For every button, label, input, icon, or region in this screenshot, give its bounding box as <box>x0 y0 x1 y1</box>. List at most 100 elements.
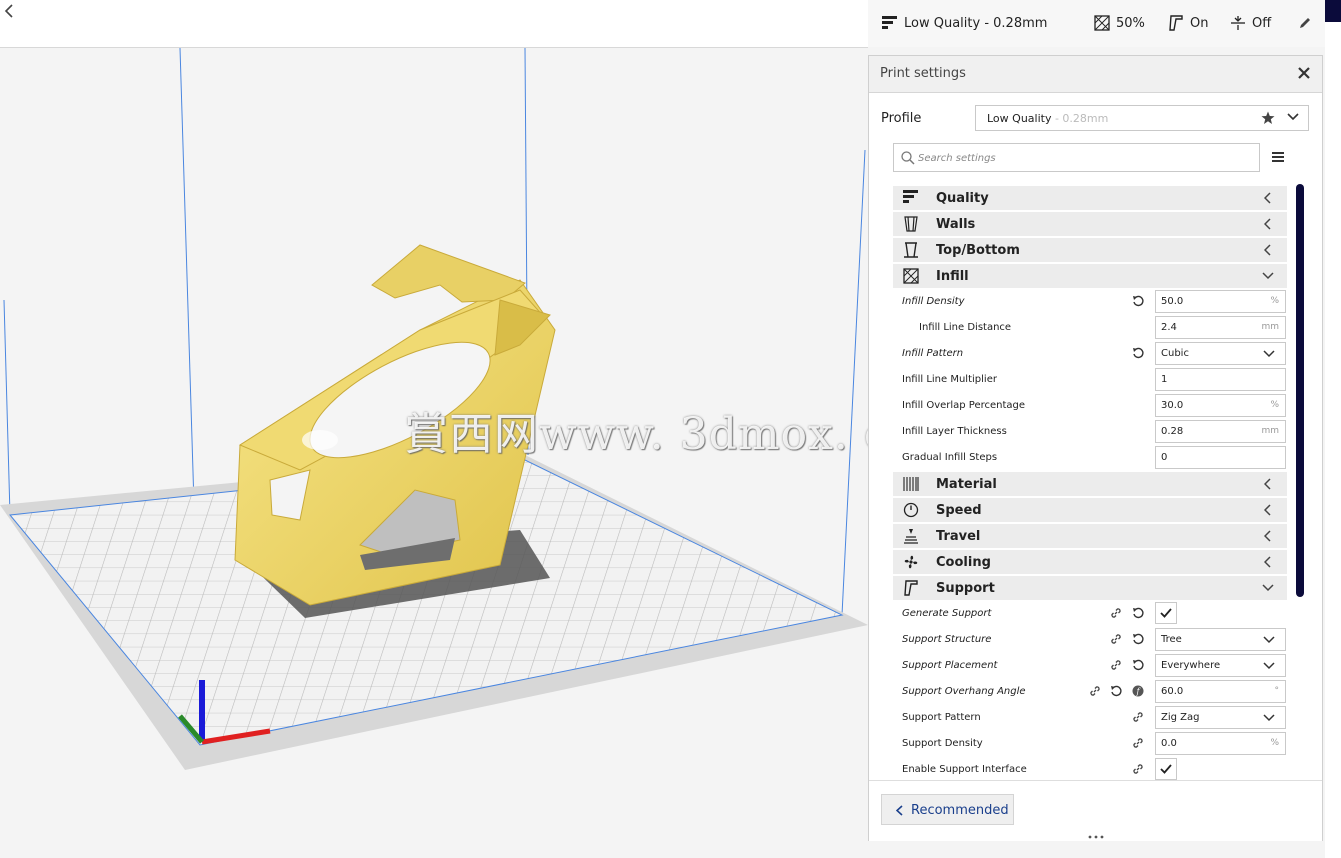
setting-label: Support Density <box>902 738 983 749</box>
setting-support-density: Support Density 0.0% <box>893 731 1287 757</box>
setting-label: Infill Line Distance <box>919 322 1012 333</box>
print-setup-bar[interactable]: Low Quality - 0.28mm 50% On Off <box>868 0 1325 47</box>
resize-grip-icon[interactable] <box>1087 834 1105 840</box>
link-icon[interactable] <box>1132 763 1144 775</box>
chevron-down-icon <box>1263 350 1275 358</box>
field-value: 0 <box>1161 452 1168 463</box>
category-infill[interactable]: Infill <box>893 264 1287 288</box>
category-quality[interactable]: Quality <box>893 186 1287 210</box>
quality-bars-icon <box>882 16 897 29</box>
category-travel[interactable]: Travel <box>893 524 1287 548</box>
support-summary[interactable]: On <box>1168 14 1208 32</box>
infill-line-distance-input[interactable]: 2.4 mm <box>1155 316 1286 339</box>
link-icon[interactable] <box>1089 685 1101 697</box>
search-input[interactable] <box>916 149 1250 167</box>
category-top-bottom[interactable]: Top/Bottom <box>893 238 1287 262</box>
support-pattern-select[interactable]: Zig Zag <box>1155 706 1286 729</box>
support-icon <box>1169 15 1183 31</box>
setting-gradual-infill-steps: Gradual Infill Steps 0 <box>893 445 1287 471</box>
edit-settings-button[interactable] <box>1298 14 1312 32</box>
chevron-left-icon <box>1264 504 1271 516</box>
generate-support-checkbox[interactable] <box>1155 602 1177 624</box>
infill-layer-thickness-input[interactable]: 0.28 mm <box>1155 420 1286 443</box>
setting-label: Gradual Infill Steps <box>902 452 998 463</box>
category-label: Travel <box>936 529 981 544</box>
setting-label: Enable Support Interface <box>902 764 1027 775</box>
infill-pattern-select[interactable]: Cubic <box>1155 342 1286 365</box>
category-label: Support <box>936 581 995 596</box>
speed-icon <box>903 502 919 518</box>
settings-scrollbar[interactable] <box>1296 184 1304 597</box>
field-value: 0.0 <box>1161 738 1177 749</box>
category-label: Top/Bottom <box>936 243 1020 258</box>
infill-line-multiplier-input[interactable]: 1 <box>1155 368 1286 391</box>
enable-support-interface-checkbox[interactable] <box>1155 758 1177 780</box>
reset-icon[interactable] <box>1132 607 1144 619</box>
panel-title: Print settings <box>880 66 966 81</box>
setting-support-overhang-angle: Support Overhang Angle f 60.0 ° <box>893 679 1287 705</box>
checkmark-icon <box>1160 608 1172 618</box>
close-icon[interactable] <box>1296 65 1312 81</box>
infill-summary[interactable]: 50% <box>1094 14 1145 32</box>
chevron-down-icon <box>1263 662 1275 670</box>
settings-menu-icon[interactable] <box>1271 151 1285 163</box>
field-value: 30.0 <box>1161 400 1184 411</box>
chevron-down-icon <box>1263 714 1275 722</box>
star-icon[interactable] <box>1261 111 1275 125</box>
support-density-input[interactable]: 0.0% <box>1155 732 1286 755</box>
category-material[interactable]: Material <box>893 472 1287 496</box>
field-value: 0.28 <box>1161 426 1184 437</box>
adhesion-summary[interactable]: Off <box>1230 14 1271 32</box>
panel-footer: Recommended <box>869 780 1322 841</box>
chevron-down-icon <box>1262 272 1274 280</box>
link-icon[interactable] <box>1110 659 1122 671</box>
recommended-button[interactable]: Recommended <box>881 794 1014 825</box>
formula-icon[interactable]: f <box>1132 685 1144 697</box>
reset-icon[interactable] <box>1132 633 1144 645</box>
search-icon <box>901 151 915 165</box>
infill-density-input[interactable]: 50.0% <box>1155 290 1286 313</box>
setting-infill-overlap: Infill Overlap Percentage 30.0% <box>893 393 1287 419</box>
category-label: Quality <box>936 191 989 206</box>
category-cooling[interactable]: Cooling <box>893 550 1287 574</box>
link-icon[interactable] <box>1132 737 1144 749</box>
link-icon[interactable] <box>1110 633 1122 645</box>
category-speed[interactable]: Speed <box>893 498 1287 522</box>
panel-header: Print settings <box>869 56 1322 93</box>
reset-icon[interactable] <box>1132 295 1144 307</box>
category-label: Walls <box>936 217 976 232</box>
link-icon[interactable] <box>1132 711 1144 723</box>
infill-overlap-input[interactable]: 30.0% <box>1155 394 1286 417</box>
profile-suffix: - 0.28mm <box>1051 112 1109 125</box>
adhesion-summary-value: Off <box>1252 15 1272 31</box>
volume-edge <box>841 149 866 616</box>
infill-icon <box>1094 15 1110 31</box>
field-unit: % <box>1270 400 1279 410</box>
category-support[interactable]: Support <box>893 576 1287 600</box>
support-structure-select[interactable]: Tree <box>1155 628 1286 651</box>
support-overhang-angle-input[interactable]: 60.0 ° <box>1155 680 1286 703</box>
setting-label: Infill Density <box>902 296 965 307</box>
field-value: 60.0 <box>1161 686 1184 697</box>
link-icon[interactable] <box>1110 607 1122 619</box>
infill-summary-value: 50% <box>1116 15 1145 31</box>
reset-icon[interactable] <box>1132 347 1144 359</box>
field-value: Cubic <box>1161 348 1189 359</box>
chevron-left-icon <box>1264 478 1271 490</box>
field-value: 50.0 <box>1161 296 1184 307</box>
reset-icon[interactable] <box>1110 685 1122 697</box>
profile-name: Low Quality <box>987 112 1052 125</box>
setting-support-pattern: Support Pattern Zig Zag <box>893 705 1287 731</box>
reset-icon[interactable] <box>1132 659 1144 671</box>
field-unit: mm <box>1261 322 1279 332</box>
field-unit: % <box>1270 738 1279 748</box>
gradual-infill-steps-input[interactable]: 0 <box>1155 446 1286 469</box>
support-placement-select[interactable]: Everywhere <box>1155 654 1286 677</box>
profile-dropdown[interactable]: Low Quality - 0.28mm <box>975 105 1309 131</box>
recommended-label: Recommended <box>911 803 1009 818</box>
category-walls[interactable]: Walls <box>893 212 1287 236</box>
chevron-down-icon <box>1262 584 1274 592</box>
setting-infill-pattern: Infill Pattern Cubic <box>893 341 1287 367</box>
search-box[interactable] <box>893 143 1260 172</box>
profile-summary[interactable]: Low Quality - 0.28mm <box>882 14 1047 32</box>
